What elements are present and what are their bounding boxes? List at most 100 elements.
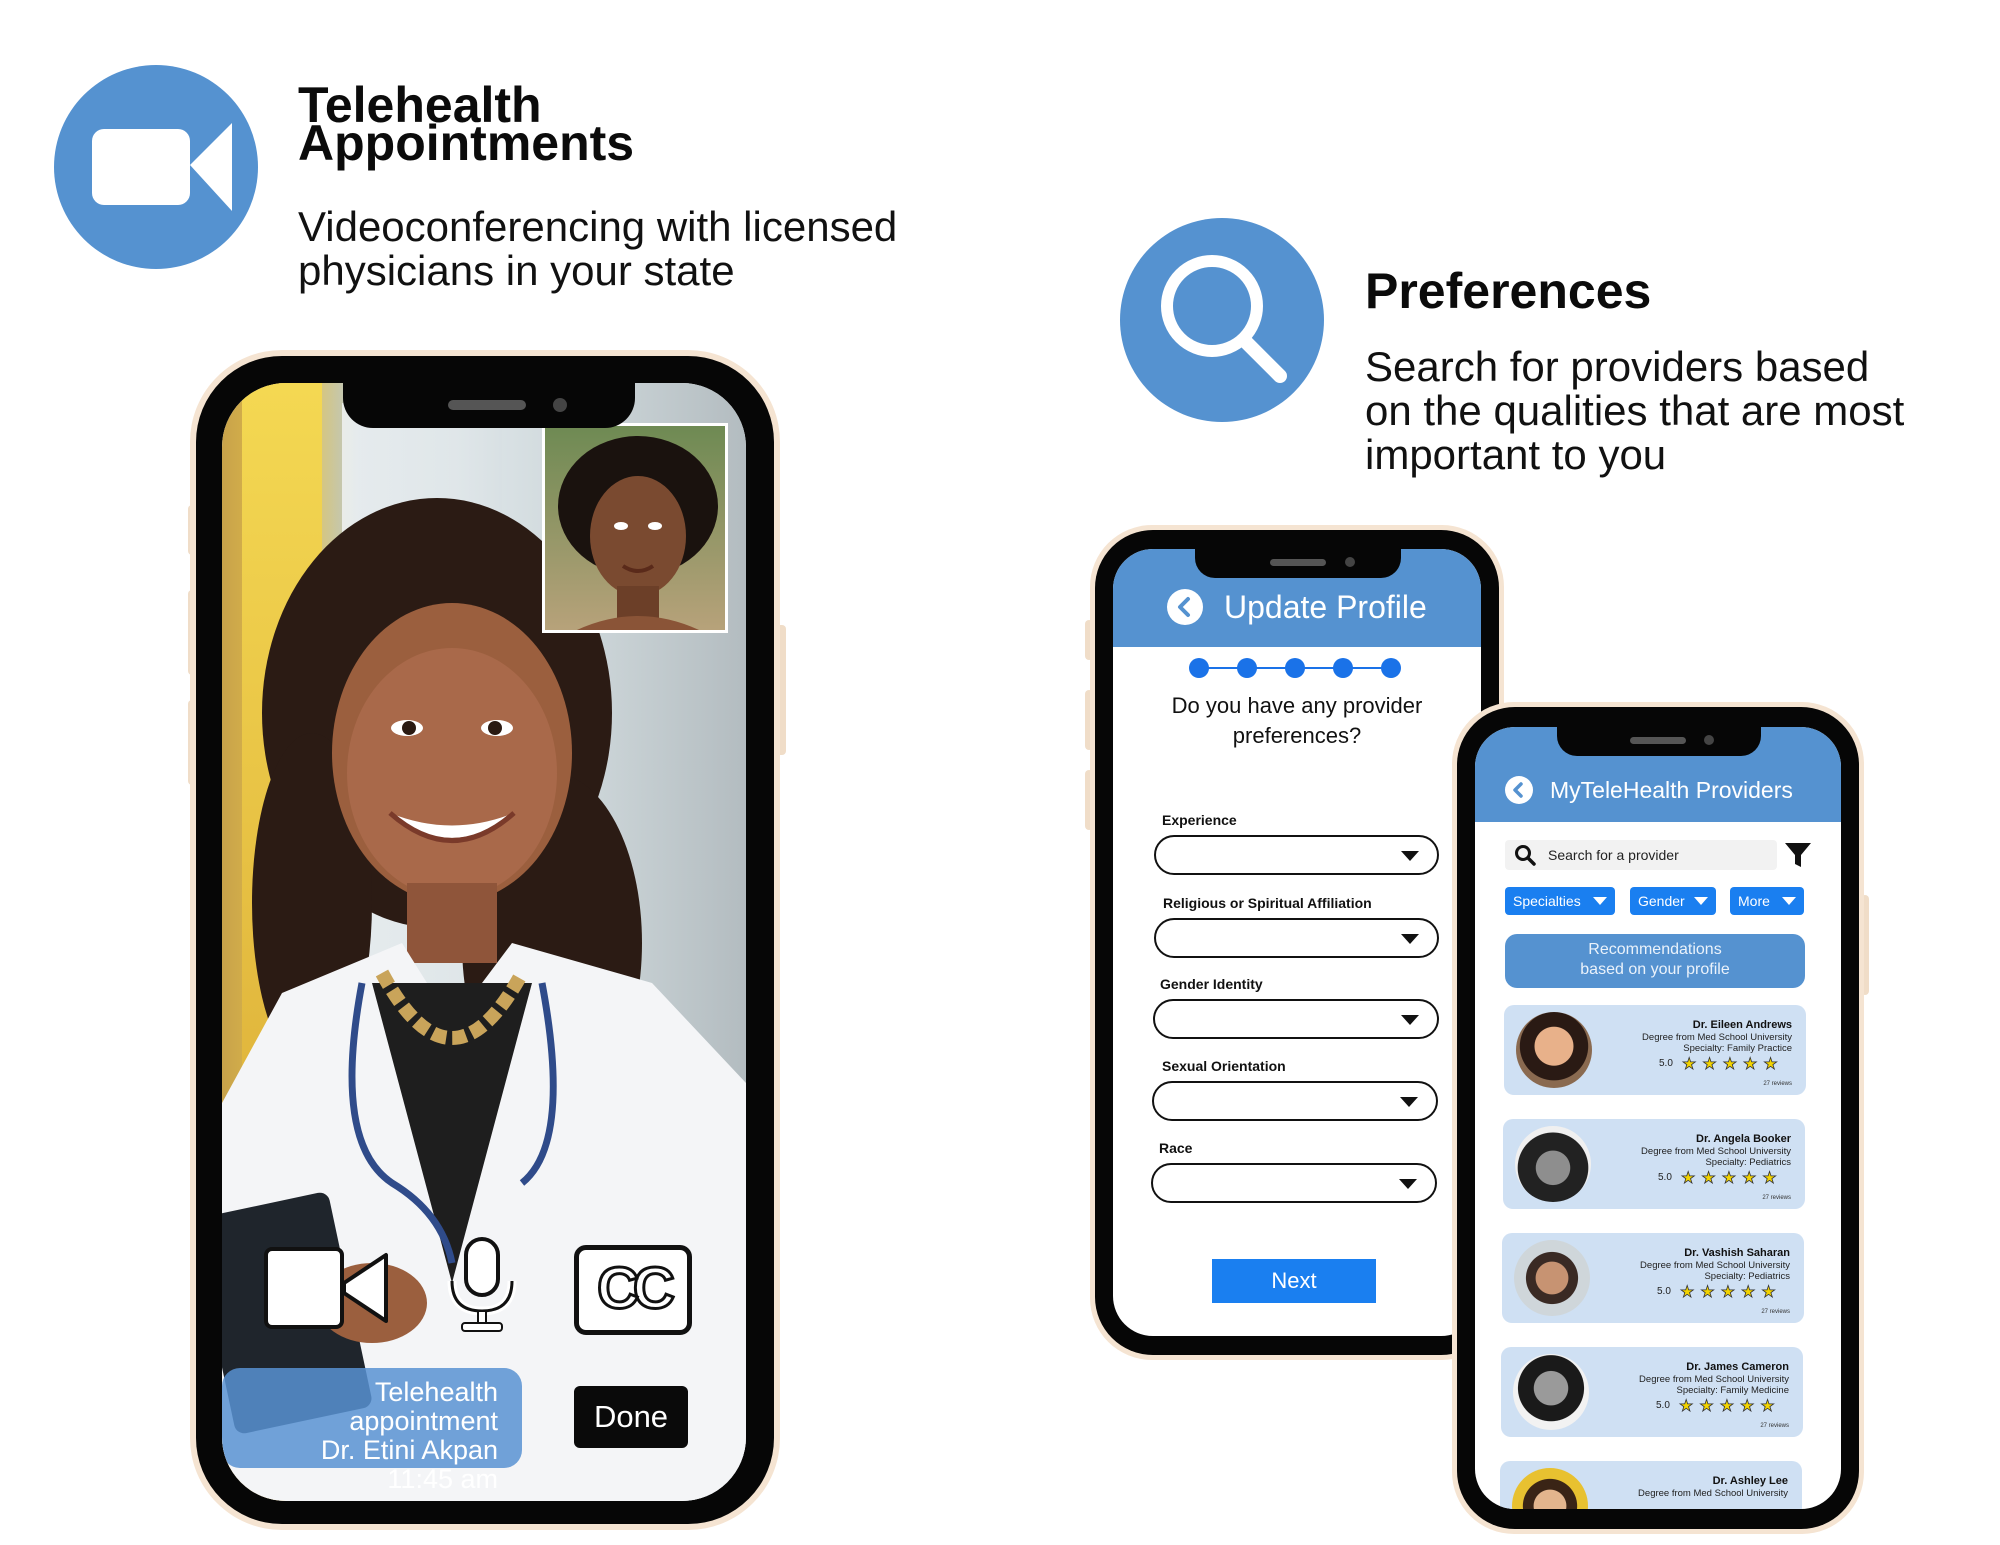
experience-select[interactable]	[1154, 835, 1439, 875]
preferences-title: Preferences	[1365, 263, 1652, 319]
gender-identity-label: Gender Identity	[1160, 976, 1263, 992]
chevron-down-icon	[1401, 934, 1419, 944]
search-icon	[1515, 845, 1536, 866]
chevron-down-icon	[1401, 1015, 1419, 1025]
progress-step	[1285, 658, 1305, 678]
profile-phone-screen: Update Profile Do you have any provider …	[1113, 549, 1481, 1336]
religion-label: Religious or Spiritual Affiliation	[1163, 895, 1372, 911]
patient-video-feed	[558, 436, 718, 630]
appointment-doctor: Dr. Etini Akpan	[320, 1435, 498, 1465]
race-select[interactable]	[1151, 1163, 1437, 1203]
provider-degree: Degree from Med School University	[1641, 1146, 1791, 1157]
appointment-time: 11:45 am	[387, 1464, 498, 1494]
progress-step	[1333, 658, 1353, 678]
provider-name: Dr. James Cameron	[1686, 1361, 1789, 1373]
search-input[interactable]: Search for a provider	[1548, 847, 1679, 863]
call-phone-camera	[553, 398, 567, 412]
telehealth-title: Telehealth Appointments	[298, 77, 635, 171]
chevron-left-icon	[1513, 782, 1523, 798]
provider-specialty: Specialty: Pediatrics	[1704, 1271, 1790, 1282]
provider-card[interactable]: Dr. Ashley Lee Degree from Med School Un…	[1500, 1461, 1802, 1509]
provider-rating: 5.0	[1657, 1286, 1671, 1297]
chevron-left-icon	[1178, 597, 1190, 617]
provider-specialty: Specialty: Family Medicine	[1676, 1385, 1789, 1396]
telehealth-description: Videoconferencing with licensed physicia…	[298, 203, 898, 294]
provider-name: Dr. Ashley Lee	[1712, 1475, 1788, 1487]
appointment-type: Telehealth appointment	[349, 1377, 498, 1436]
provider-degree: Degree from Med School University	[1638, 1488, 1788, 1499]
provider-rating: 5.0	[1659, 1058, 1673, 1069]
recommendations-banner: Recommendations based on your profile	[1505, 934, 1805, 988]
provider-avatar	[1512, 1468, 1588, 1509]
sexual-orientation-label: Sexual Orientation	[1162, 1058, 1286, 1074]
profile-phone-speaker	[1270, 559, 1326, 566]
microphone-icon[interactable]	[442, 1235, 522, 1335]
progress-step	[1237, 658, 1257, 678]
telehealth-feature-circle	[54, 65, 258, 269]
providers-phone-screen: MyTeleHealth Providers Search for a prov…	[1475, 727, 1841, 1509]
provider-name: Dr. Vashish Saharan	[1684, 1247, 1790, 1259]
provider-card[interactable]: Dr. Angela Booker Degree from Med School…	[1503, 1119, 1805, 1209]
experience-label: Experience	[1162, 812, 1237, 828]
star-rating: ★★★★★	[1682, 1056, 1784, 1074]
done-button[interactable]: Done	[574, 1386, 688, 1448]
star-rating: ★★★★★	[1680, 1284, 1782, 1302]
chevron-down-icon	[1400, 1097, 1418, 1107]
video-camera-icon	[92, 123, 232, 211]
providers-header-title: MyTeleHealth Providers	[1550, 777, 1793, 803]
provider-card[interactable]: Dr. Vashish Saharan Degree from Med Scho…	[1502, 1233, 1804, 1323]
back-button[interactable]	[1167, 589, 1203, 625]
preferences-question: Do you have any provider preferences?	[1171, 693, 1423, 748]
appointment-info-box: Telehealth appointment Dr. Etini Akpan 1…	[222, 1368, 522, 1494]
provider-card[interactable]: Dr. James Cameron Degree from Med School…	[1501, 1347, 1803, 1437]
call-phone-speaker	[448, 400, 526, 410]
sexual-orientation-select[interactable]	[1152, 1081, 1438, 1121]
preferences-description: Search for providers based on the qualit…	[1365, 343, 1905, 478]
chevron-down-icon	[1399, 1179, 1417, 1189]
filter-specialties[interactable]: Specialties	[1505, 887, 1615, 915]
next-button[interactable]: Next	[1212, 1259, 1376, 1303]
provider-search-bar[interactable]: Search for a provider	[1505, 840, 1777, 870]
provider-avatar	[1513, 1354, 1589, 1430]
magnifier-icon	[1161, 255, 1287, 383]
provider-card[interactable]: Dr. Eileen Andrews Degree from Med Schoo…	[1504, 1005, 1806, 1095]
provider-degree: Degree from Med School University	[1640, 1260, 1790, 1271]
progress-step	[1189, 658, 1209, 678]
provider-specialty: Specialty: Family Practice	[1683, 1043, 1792, 1054]
providers-phone-camera	[1704, 735, 1714, 745]
back-button[interactable]	[1505, 776, 1533, 804]
chevron-down-icon	[1782, 897, 1796, 905]
providers-phone-speaker	[1630, 737, 1686, 744]
filter-icon[interactable]	[1783, 840, 1813, 870]
religion-select[interactable]	[1154, 918, 1439, 958]
progress-step	[1381, 658, 1401, 678]
provider-name: Dr. Angela Booker	[1696, 1133, 1791, 1145]
filter-gender[interactable]: Gender	[1630, 887, 1716, 915]
provider-reviews: 27 reviews	[1763, 1081, 1792, 1087]
provider-reviews: 27 reviews	[1762, 1195, 1791, 1201]
provider-avatar	[1516, 1012, 1592, 1088]
closed-caption-icon[interactable]: CC	[574, 1245, 692, 1335]
star-rating: ★★★★★	[1681, 1170, 1783, 1188]
provider-avatar	[1515, 1126, 1591, 1202]
self-view-video[interactable]	[542, 423, 728, 633]
filter-more[interactable]: More	[1730, 887, 1804, 915]
provider-specialty: Specialty: Pediatrics	[1705, 1157, 1791, 1168]
chevron-down-icon	[1694, 897, 1708, 905]
provider-rating: 5.0	[1658, 1172, 1672, 1183]
chevron-down-icon	[1401, 851, 1419, 861]
race-label: Race	[1159, 1140, 1193, 1156]
preferences-feature-circle	[1120, 218, 1324, 422]
call-phone-screen: CC Telehealth appointment Dr. Etini Akpa…	[222, 383, 746, 1501]
chevron-down-icon	[1593, 897, 1607, 905]
provider-reviews: 27 reviews	[1760, 1423, 1789, 1429]
provider-degree: Degree from Med School University	[1639, 1374, 1789, 1385]
profile-phone-camera	[1345, 557, 1355, 567]
video-camera-icon[interactable]	[262, 1243, 392, 1333]
profile-header-title: Update Profile	[1224, 589, 1427, 625]
provider-degree: Degree from Med School University	[1642, 1032, 1792, 1043]
provider-name: Dr. Eileen Andrews	[1692, 1019, 1792, 1031]
provider-reviews: 27 reviews	[1761, 1309, 1790, 1315]
provider-avatar	[1514, 1240, 1590, 1316]
gender-identity-select[interactable]	[1153, 999, 1439, 1039]
